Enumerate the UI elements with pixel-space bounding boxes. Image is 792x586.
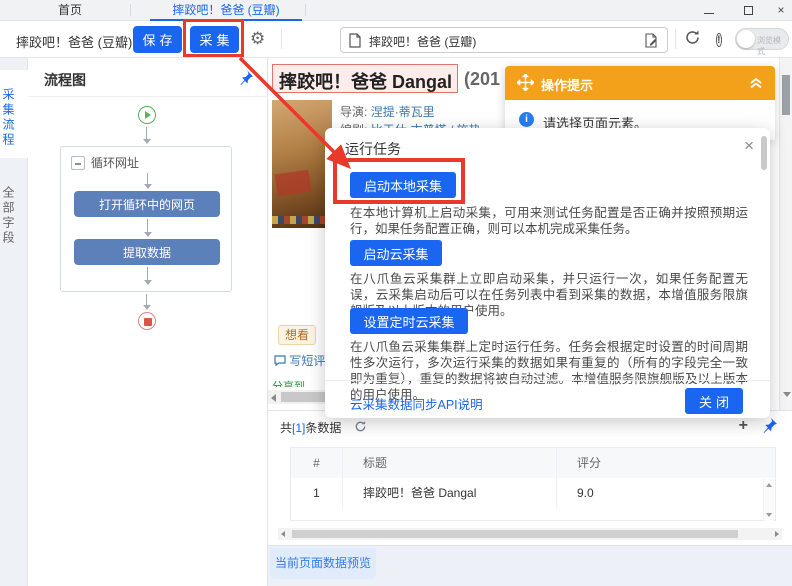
page-vertical-scrollbar[interactable] (779, 58, 792, 410)
director-label: 导演: (340, 105, 367, 119)
tab-divider (305, 4, 306, 16)
document-icon (349, 33, 361, 48)
modal-title: 运行任务 (345, 139, 401, 159)
flow-panel: 流程图 循环网址 打开循环中的网页 提取数据 (28, 58, 268, 586)
table-vertical-scrollbar[interactable] (763, 479, 774, 521)
local-collection-description: 在本地计算机上启动采集，可用来测试任务配置是否正确并按照预期运行，如果任务配置正… (350, 205, 748, 237)
flow-end-icon (138, 312, 156, 330)
start-local-collection-button[interactable]: 启动本地采集 (350, 172, 456, 198)
scrollbar-thumb[interactable] (292, 530, 738, 538)
tab-task-active[interactable]: 摔跤吧！爸爸 (豆瓣) (150, 0, 302, 20)
settings-gear-icon[interactable]: ⚙ (250, 29, 265, 49)
loop-url-header: 循环网址 (71, 154, 139, 171)
schedule-cloud-collection-button[interactable]: 设置定时云采集 (350, 308, 468, 334)
selected-element-highlight[interactable]: 摔跤吧！爸爸 Dangal (272, 64, 458, 93)
toolbar-divider (281, 29, 282, 49)
director-line: 导演: 涅提·蒂瓦里 (340, 103, 435, 120)
movie-poster[interactable] (272, 100, 332, 228)
url-value: 摔跤吧！爸爸 (豆瓣) (369, 33, 476, 50)
window-minimize-button[interactable] (701, 3, 717, 17)
cell-index: 1 (291, 478, 343, 508)
browse-mode-label: 浏览模式 (757, 35, 788, 57)
browse-mode-toggle[interactable]: 浏览模式 (735, 28, 789, 50)
table-empty-space (291, 508, 775, 520)
flow-arrow (143, 219, 152, 237)
record-count: 共[1]条数据 (280, 419, 341, 436)
modal-scrollbar-thumb[interactable] (761, 136, 767, 170)
toolbar: 摔跤吧！爸爸 (豆瓣) 保存 采集 ⚙ 摔跤吧！爸爸 (豆瓣) ! 浏览模式 (0, 21, 792, 58)
warning-icon[interactable]: ! (716, 30, 734, 48)
flow-start-icon[interactable] (138, 106, 156, 124)
titlebar: 首页 摔跤吧！爸爸 (豆瓣) × (0, 0, 792, 21)
data-preview-panel: 共[1]条数据 + # 标题 评分 1 摔跤吧！爸爸 Dangal 9.0 (268, 410, 792, 545)
left-sidebar: 采集流程 全部字段 (0, 58, 28, 586)
table-row[interactable]: 1 摔跤吧！爸爸 Dangal 9.0 (291, 478, 775, 508)
tips-title: 操作提示 (541, 75, 593, 94)
cell-title: 摔跤吧！爸爸 Dangal (343, 478, 557, 508)
toggle-knob (737, 30, 755, 48)
flow-panel-title: 流程图 (44, 70, 86, 90)
column-rating: 评分 (557, 448, 775, 478)
wish-to-watch-button[interactable]: 想看 (278, 325, 316, 345)
write-short-review-link[interactable]: 写短评 (274, 352, 325, 369)
flow-arrow (142, 127, 151, 144)
sidebar-tab-fields[interactable]: 全部字段 (0, 168, 28, 256)
movie-year-fragment: (201 (464, 69, 500, 90)
cloud-api-doc-link[interactable]: 云采集数据同步API说明 (350, 394, 483, 413)
window-close-button[interactable]: × (773, 3, 789, 17)
column-title: 标题 (343, 448, 557, 478)
url-field[interactable]: 摔跤吧！爸爸 (豆瓣) (340, 27, 668, 53)
pin-icon[interactable] (239, 70, 255, 86)
modal-close-icon[interactable]: × (744, 136, 754, 156)
flow-arrow (143, 267, 152, 285)
collect-button[interactable]: 采集 (190, 26, 239, 53)
window-maximize-button[interactable] (741, 3, 757, 17)
task-name-label: 摔跤吧！爸爸 (豆瓣) (16, 32, 132, 51)
preview-horizontal-scrollbar[interactable] (278, 528, 782, 540)
tab-divider (130, 4, 131, 16)
column-index: # (291, 448, 343, 478)
divider (325, 380, 770, 381)
preview-table: # 标题 评分 1 摔跤吧！爸爸 Dangal 9.0 (290, 447, 776, 521)
run-task-modal: 运行任务 × 启动本地采集 在本地计算机上启动采集，可用来测试任务配置是否正确并… (325, 128, 770, 418)
flow-step-extract-data[interactable]: 提取数据 (74, 239, 220, 265)
flow-step-open-page[interactable]: 打开循环中的网页 (74, 191, 220, 217)
comment-bubble-icon (274, 355, 286, 366)
toolbar-divider (675, 29, 676, 49)
loop-url-group[interactable]: 循环网址 打开循环中的网页 提取数据 (60, 146, 232, 292)
start-cloud-collection-button[interactable]: 启动云采集 (350, 240, 442, 266)
bottom-tab-bar: 当前页面数据预览 (268, 545, 792, 586)
loop-url-label: 循环网址 (91, 156, 139, 170)
refresh-data-icon[interactable] (354, 420, 367, 438)
modal-close-button[interactable]: 关闭 (685, 388, 743, 414)
clipped-share-link[interactable]: 分享到 (272, 378, 324, 387)
save-button[interactable]: 保存 (133, 26, 182, 53)
tips-header[interactable]: 操作提示 (505, 66, 775, 100)
record-count-value: [1] (292, 421, 305, 435)
flow-arrow (142, 294, 151, 310)
pin-preview-icon[interactable] (762, 417, 778, 438)
refresh-icon[interactable] (684, 29, 702, 47)
divider (28, 96, 268, 97)
move-handle-icon[interactable] (517, 74, 534, 96)
open-page-edit-icon[interactable] (644, 33, 659, 48)
table-header-row: # 标题 评分 (291, 448, 775, 478)
flow-arrow (143, 173, 152, 189)
octoparse-window: 首页 摔跤吧！爸爸 (豆瓣) × 摔跤吧！爸爸 (豆瓣) 保存 采集 ⚙ 摔跤吧… (0, 0, 792, 586)
add-field-icon[interactable]: + (739, 417, 748, 435)
director-link[interactable]: 涅提·蒂瓦里 (371, 105, 435, 119)
tab-home[interactable]: 首页 (20, 0, 120, 20)
info-icon: i (519, 112, 534, 127)
scrollbar-thumb[interactable] (782, 75, 790, 115)
collapse-minus-icon[interactable] (71, 156, 85, 170)
collapse-chevron-icon[interactable] (749, 75, 763, 94)
cell-rating: 9.0 (557, 478, 775, 508)
current-page-data-preview-tab[interactable]: 当前页面数据预览 (270, 548, 376, 579)
movie-title: 摔跤吧！爸爸 Dangal (279, 68, 452, 94)
sidebar-tab-process[interactable]: 采集流程 (0, 70, 28, 158)
